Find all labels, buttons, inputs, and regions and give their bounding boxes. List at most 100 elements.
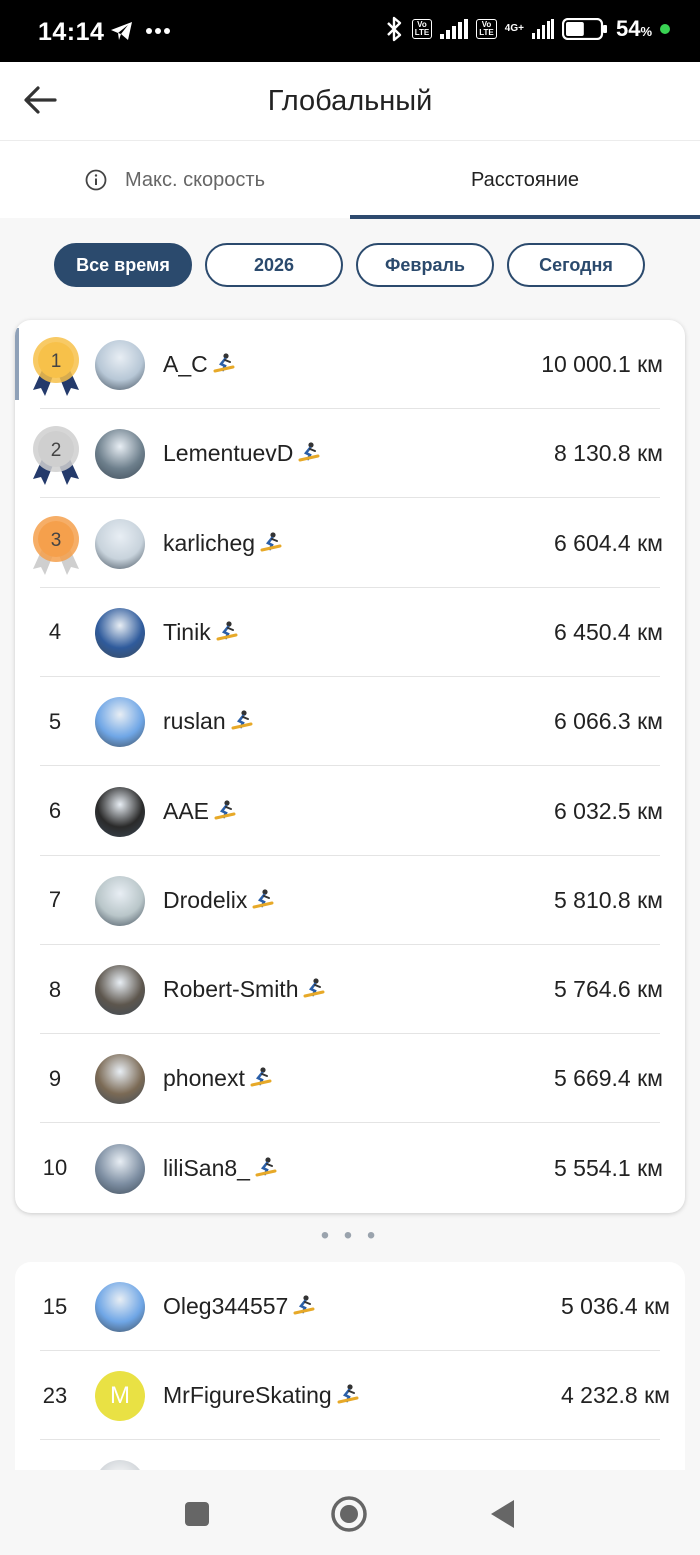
rank-number: 9 — [48, 1065, 62, 1091]
user-name: liliSan8_ — [163, 1155, 277, 1182]
4g-icon: 4G+ — [504, 23, 524, 34]
avatar[interactable] — [95, 607, 145, 658]
snowboard-icon — [231, 709, 253, 731]
leaderboard-row[interactable]: 3 karlicheg 6 604.4 км — [15, 499, 685, 588]
back-nav-button[interactable] — [480, 1492, 524, 1536]
distance-value: 6 032.5 км — [553, 797, 663, 824]
user-name-text: A_C — [163, 351, 208, 377]
avatar[interactable] — [95, 340, 145, 390]
telegram-icon — [111, 22, 132, 40]
user-name: ruslan — [163, 708, 253, 735]
rank-number: 6 — [48, 798, 62, 823]
rank-number: 7 — [48, 887, 62, 913]
info-icon[interactable] — [85, 169, 107, 191]
distance-value: 5 036.4 км — [560, 1293, 670, 1319]
snowboard-icon — [252, 888, 274, 910]
privacy-indicator-dot — [660, 24, 670, 34]
avatar[interactable] — [95, 697, 145, 748]
status-left-icons — [110, 20, 170, 42]
leaderboard-row[interactable]: 7 Drodelix 5 810.8 км — [15, 856, 685, 945]
avatar[interactable] — [95, 1143, 145, 1194]
home-circle-icon — [331, 1496, 367, 1532]
snowboard-icon — [298, 441, 320, 463]
rank-number: 2 — [51, 440, 62, 461]
avatar[interactable] — [95, 1282, 145, 1332]
user-name-text: AAE — [163, 797, 210, 824]
tab-selected-indicator — [350, 215, 700, 219]
volte-icon-2: Vo LTE — [476, 19, 497, 39]
recent-apps-square-icon — [185, 1502, 209, 1526]
leaderboard-row[interactable]: 6 AAE 6 032.5 км — [15, 767, 685, 856]
avatar[interactable] — [95, 429, 145, 480]
distance-value: 5 669.4 км — [553, 1065, 663, 1092]
silver-medal-icon: 2 — [29, 423, 83, 487]
user-name: karlicheg — [163, 530, 282, 557]
distance-value: 5 764.6 км — [553, 976, 663, 1003]
user-name-text: Tinik — [163, 618, 211, 645]
user-name-text: LementuevD — [163, 440, 294, 467]
rank-number: 5 — [48, 708, 62, 734]
user-name-text: phonext — [163, 1065, 245, 1092]
status-bar: 14:14 Vo LTE Vo LTE 4G+ 54% — [0, 0, 700, 62]
filter-month[interactable]: Февраль — [356, 243, 494, 287]
avatar[interactable] — [95, 1054, 145, 1105]
avatar[interactable] — [95, 965, 145, 1016]
user-name: Tinik — [163, 619, 238, 646]
user-name-text: MrFigureSkating — [163, 1382, 332, 1409]
leaderboard-row[interactable]: 9 phonext 5 669.4 км — [15, 1034, 685, 1124]
snowboard-icon — [255, 1156, 277, 1178]
leaderboard-row[interactable]: 4 Tinik 6 450.4 км — [15, 588, 685, 677]
tab-max-speed[interactable]: Макс. скорость — [0, 141, 350, 219]
signal-icon — [440, 19, 469, 39]
leaderboard-row[interactable]: 15 Oleg344557 5 036.4 км — [15, 1262, 685, 1351]
user-name: Robert-Smith — [163, 976, 325, 1003]
rank-number: 23 — [42, 1382, 68, 1408]
user-name: Oleg344557 — [163, 1293, 315, 1320]
gold-medal-icon: 1 — [29, 334, 83, 398]
battery-icon — [561, 18, 607, 40]
leaderboard-row[interactable]: 5 ruslan 6 066.3 км — [15, 677, 685, 767]
filter-all-time[interactable]: Все время — [54, 243, 192, 287]
user-name: MrFigureSkating — [163, 1382, 359, 1409]
tab-distance[interactable]: Расстояние — [350, 141, 700, 219]
list-gap-ellipsis: • • • — [320, 1222, 380, 1249]
home-button[interactable] — [327, 1492, 371, 1536]
snowboard-icon — [213, 352, 235, 374]
app-header: Глобальный — [0, 62, 700, 140]
user-name-text: Oleg344557 — [163, 1293, 289, 1319]
bronze-medal-icon: 3 — [29, 513, 83, 577]
user-name: A_C — [163, 351, 235, 378]
distance-value: 5 810.8 км — [553, 886, 663, 913]
user-name: AAE — [163, 798, 236, 825]
rank-number: 4 — [48, 619, 62, 645]
avatar[interactable]: M — [95, 1371, 145, 1422]
user-name-text: Drodelix — [163, 886, 248, 913]
distance-value: 5 554.1 км — [553, 1154, 663, 1181]
system-nav-bar — [0, 1470, 700, 1555]
user-name-text: karlicheg — [163, 529, 256, 556]
user-name: Drodelix — [163, 887, 274, 914]
leaderboard-row[interactable]: 2 LementuevD 8 130.8 км — [15, 409, 685, 499]
leaderboard-row[interactable]: 23 M MrFigureSkating 4 232.8 км — [15, 1351, 685, 1441]
avatar[interactable] — [95, 875, 145, 926]
rank-number: 10 — [42, 1155, 68, 1181]
leaderboard-row[interactable]: 1 A_C 10 000.1 км — [15, 320, 685, 409]
avatar[interactable] — [95, 518, 145, 569]
leaderboard-row[interactable]: 8 Robert-Smith 5 764.6 км — [15, 945, 685, 1035]
distance-value: 8 130.8 км — [553, 440, 663, 467]
filter-year[interactable]: 2026 — [205, 243, 343, 287]
snowboard-icon — [303, 977, 325, 999]
avatar[interactable] — [95, 786, 145, 837]
period-filters: Все время 2026 Февраль Сегодня — [0, 243, 700, 287]
tab-distance-label: Расстояние — [470, 168, 580, 191]
user-name: phonext — [163, 1065, 272, 1092]
rank-number: 15 — [42, 1293, 68, 1319]
leaderboard-row[interactable]: 10 liliSan8_ 5 554.1 км — [15, 1124, 685, 1213]
snowboard-icon — [250, 1066, 272, 1088]
recent-apps-button[interactable] — [175, 1492, 219, 1536]
user-name: LementuevD — [163, 440, 320, 467]
back-triangle-icon — [491, 1500, 514, 1528]
rank-number: 3 — [51, 530, 62, 551]
row-divider — [40, 1439, 660, 1441]
filter-today[interactable]: Сегодня — [507, 243, 645, 287]
